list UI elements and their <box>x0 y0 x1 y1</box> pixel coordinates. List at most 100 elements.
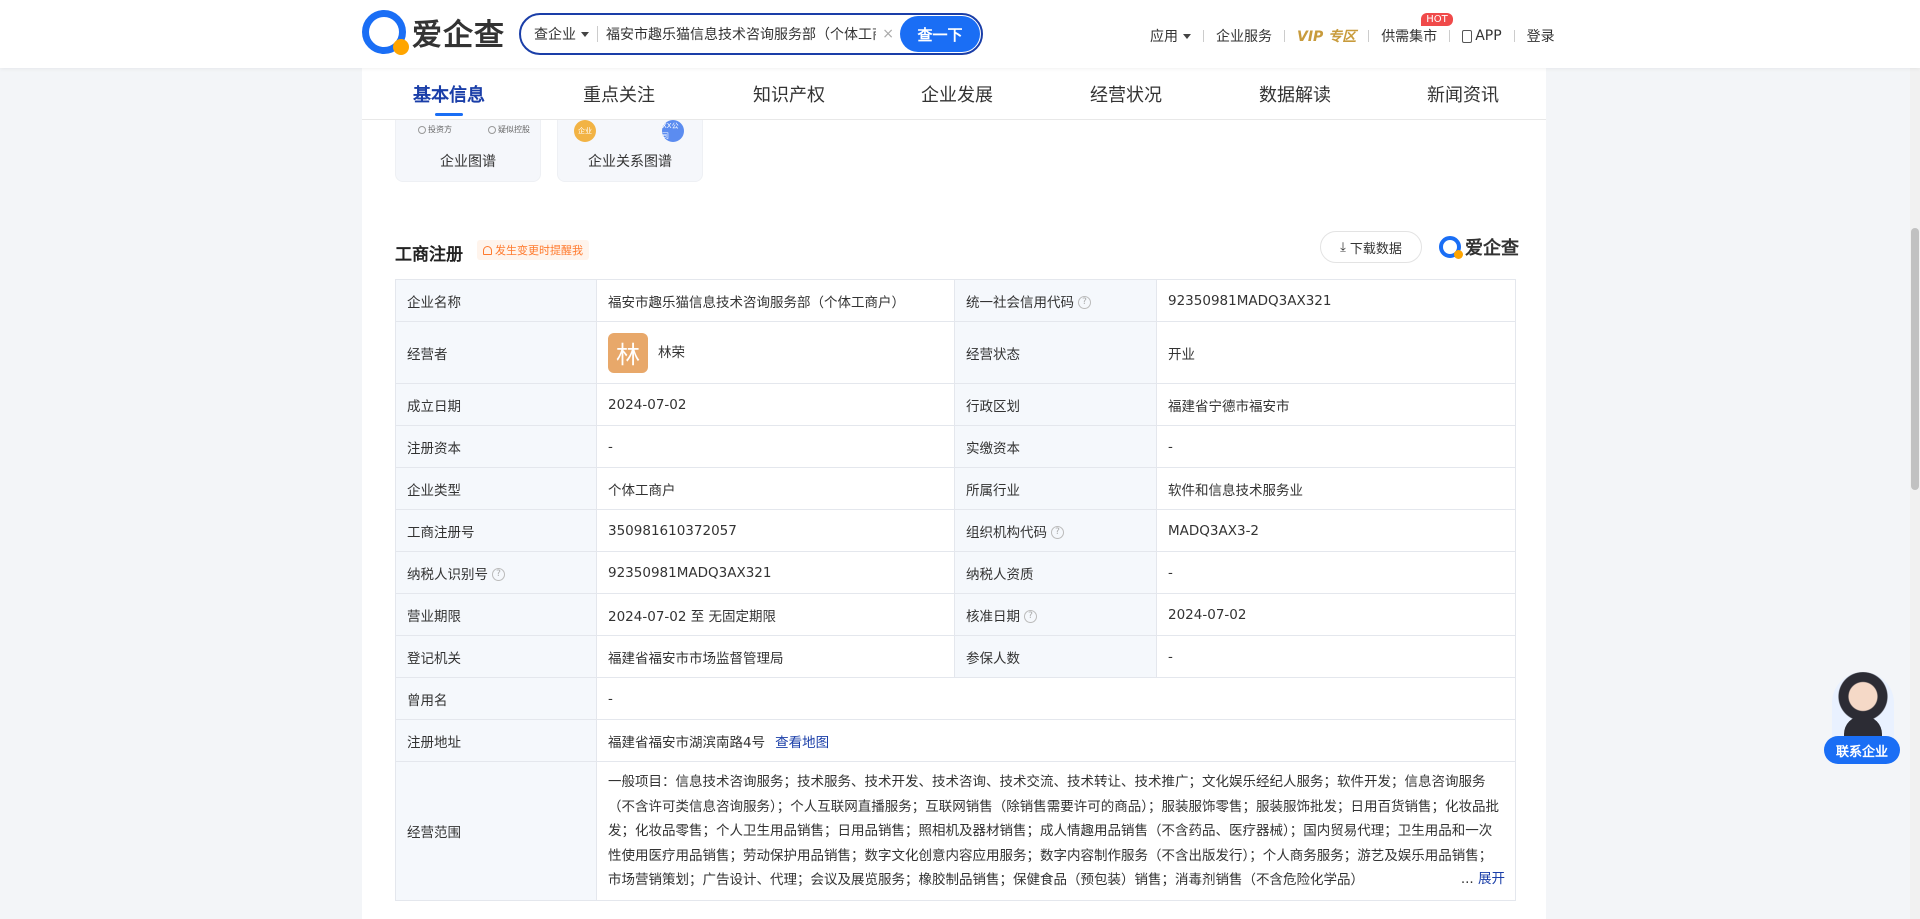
relation-graph-card[interactable]: 企业 XX公司 企业关系图谱 <box>557 120 703 182</box>
tab-development[interactable]: 企业发展 <box>916 68 998 120</box>
nav-apps[interactable]: 应用 <box>1150 26 1191 46</box>
scope-text: 一般项目：信息技术咨询服务；技术服务、技术开发、技术咨询、技术交流、技术转让、技… <box>608 774 1499 888</box>
value-approval: 2024-07-02 <box>1156 593 1516 636</box>
approval-label-text: 核准日期 <box>966 608 1020 625</box>
label-scope: 经营范围 <box>395 761 597 901</box>
expand-button[interactable]: ... 展开 <box>1456 866 1505 891</box>
search-type-select[interactable]: 查企业 <box>521 24 591 44</box>
download-data-button[interactable]: ⤓ 下载数据 <box>1320 231 1422 263</box>
change-reminder-button[interactable]: 发生变更时提醒我 <box>477 240 589 260</box>
label-address: 注册地址 <box>395 719 597 762</box>
table-row: 经营范围 一般项目：信息技术咨询服务；技术服务、技术开发、技术咨询、技术交流、技… <box>395 761 1516 901</box>
nav-market-label: 供需集市 <box>1381 29 1438 45</box>
label-operator: 经营者 <box>395 321 597 384</box>
address-text: 福建省福安市湖滨南路4号 <box>608 734 766 751</box>
value-term: 2024-07-02 至 无固定期限 <box>596 593 955 636</box>
value-scope: 一般项目：信息技术咨询服务；技术服务、技术开发、技术咨询、技术交流、技术转让、技… <box>596 761 1516 901</box>
tab-ip[interactable]: 知识产权 <box>748 68 830 120</box>
help-icon[interactable]: ? <box>1024 610 1037 623</box>
label-credit-code: 统一社会信用代码? <box>954 279 1157 322</box>
help-icon[interactable]: ? <box>1051 526 1064 539</box>
label-former-name: 曾用名 <box>395 677 597 720</box>
chevron-down-icon <box>581 31 589 37</box>
registration-table: 企业名称 福安市趣乐猫信息技术咨询服务部（个体工商户） 统一社会信用代码? 92… <box>395 279 1516 901</box>
value-address: 福建省福安市湖滨南路4号 查看地图 <box>596 719 1516 762</box>
credit-code-label-text: 统一社会信用代码 <box>966 294 1074 311</box>
value-type: 个体工商户 <box>596 467 955 510</box>
node-icon <box>418 125 426 134</box>
operator-name[interactable]: 林荣 <box>658 345 685 361</box>
node-icon <box>488 125 496 134</box>
value-operator: 林林荣 <box>596 321 955 384</box>
site-logo[interactable]: 爱企查 <box>362 10 505 55</box>
value-credit-code: 92350981MADQ3AX321 <box>1156 279 1516 322</box>
nav-divider <box>1513 30 1515 42</box>
value-former-name: - <box>596 677 1516 720</box>
label-org-code: 组织机构代码? <box>954 509 1157 552</box>
help-icon[interactable]: ? <box>492 568 505 581</box>
help-icon[interactable]: ? <box>1078 296 1091 309</box>
value-industry: 软件和信息技术服务业 <box>1156 467 1516 510</box>
tab-basic-info[interactable]: 基本信息 <box>408 68 490 120</box>
tab-key-attention[interactable]: 重点关注 <box>578 68 660 120</box>
logo-icon <box>1439 236 1463 259</box>
nav-app-label: APP <box>1475 28 1502 44</box>
label-insured: 参保人数 <box>954 635 1157 678</box>
value-taxpayer-qual: - <box>1156 551 1516 594</box>
top-header: 爱企查 查企业 × 查一下 应用 企业服务 VIP 专区 供需集市 HOT AP… <box>0 0 1920 68</box>
label-company-name: 企业名称 <box>395 279 597 322</box>
nav-enterprise-service[interactable]: 企业服务 <box>1216 26 1272 46</box>
tab-data-insight[interactable]: 数据解读 <box>1254 68 1336 120</box>
value-org-code: MADQ3AX3-2 <box>1156 509 1516 552</box>
expand-ellipsis: ... <box>1460 870 1474 887</box>
nav-app[interactable]: APP <box>1462 28 1502 44</box>
org-code-label-text: 组织机构代码 <box>966 524 1047 541</box>
enterprise-graph-card[interactable]: 投资方 疑似控股 企业图谱 <box>395 120 541 182</box>
relation-graph-label: 企业关系图谱 <box>588 154 672 170</box>
view-map-link[interactable]: 查看地图 <box>775 735 829 751</box>
label-approval: 核准日期? <box>954 593 1157 636</box>
search-input[interactable] <box>606 26 877 42</box>
label-term: 营业期限 <box>395 593 597 636</box>
graph-mini-investor: 投资方 <box>418 124 452 135</box>
chevron-down-icon <box>1183 33 1191 39</box>
expand-label: 展开 <box>1478 870 1505 887</box>
value-insured: - <box>1156 635 1516 678</box>
avatar: 林 <box>608 332 648 373</box>
label-founded: 成立日期 <box>395 383 597 426</box>
logo-text: 爱企查 <box>412 18 505 53</box>
tab-operation[interactable]: 经营状况 <box>1085 68 1167 120</box>
logo-icon <box>362 10 409 55</box>
login-link[interactable]: 登录 <box>1527 26 1555 46</box>
graph-node-icon: 企业 <box>574 120 596 142</box>
label-paid-capital: 实缴资本 <box>954 425 1157 468</box>
download-icon: ⤓ <box>1340 239 1346 255</box>
scrollbar-thumb[interactable] <box>1911 228 1919 490</box>
nav-market[interactable]: 供需集市 HOT <box>1381 13 1453 46</box>
tab-news[interactable]: 新闻资讯 <box>1422 68 1504 120</box>
search-button[interactable]: 查一下 <box>900 16 980 52</box>
label-capital: 注册资本 <box>395 425 597 468</box>
value-capital: - <box>596 425 955 468</box>
nav-vip[interactable]: VIP 专区 <box>1297 26 1356 46</box>
brand-text: 爱企查 <box>1465 238 1519 259</box>
value-reg-no: 350981610372057 <box>596 509 955 552</box>
table-row: 曾用名 - <box>395 677 1516 720</box>
graph-mini-label: 投资方 <box>428 125 452 134</box>
contact-widget[interactable]: 联系企业 <box>1824 672 1900 764</box>
table-row: 登记机关 福建省福安市市场监督管理局 参保人数 - <box>395 635 1516 678</box>
bell-icon <box>483 245 492 255</box>
graph-node-icon: XX公司 <box>662 120 684 142</box>
nav-divider <box>1284 30 1285 42</box>
table-row: 工商注册号 350981610372057 组织机构代码? MADQ3AX3-2 <box>395 509 1516 552</box>
search-bar: 查企业 × 查一下 <box>519 13 983 55</box>
phone-icon <box>1462 29 1473 43</box>
section-title: 工商注册 <box>395 245 463 265</box>
value-region: 福建省宁德市福安市 <box>1156 383 1516 426</box>
label-status: 经营状态 <box>954 321 1157 384</box>
clear-icon[interactable]: × <box>876 26 900 42</box>
contact-enterprise-button[interactable]: 联系企业 <box>1824 736 1900 764</box>
label-industry: 所属行业 <box>954 467 1157 510</box>
download-label: 下载数据 <box>1349 241 1402 257</box>
reminder-label: 发生变更时提醒我 <box>495 244 583 257</box>
